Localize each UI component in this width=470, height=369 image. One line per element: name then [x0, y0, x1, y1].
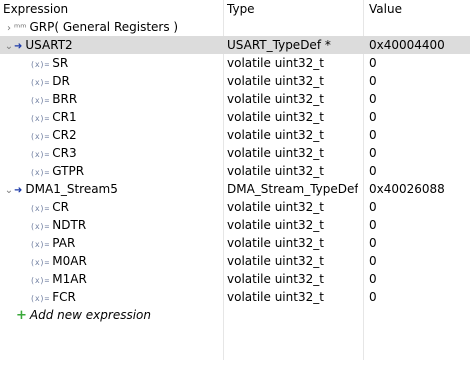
field-icon: (x)= — [30, 78, 50, 87]
pointer-icon: ➜ — [14, 185, 23, 196]
value-cell[interactable]: 0x40004400 — [369, 36, 470, 54]
value-cell[interactable]: 0 — [369, 90, 470, 108]
value-cell[interactable]: 0 — [369, 288, 470, 306]
empty-row — [0, 324, 470, 342]
type-cell: volatile uint32_t — [227, 146, 324, 160]
expression-label: SR — [52, 56, 69, 70]
table-row[interactable]: (x)= CR3 volatile uint32_t 0 — [0, 144, 470, 162]
table-row[interactable]: (x)= BRR volatile uint32_t 0 — [0, 90, 470, 108]
type-cell: volatile uint32_t — [227, 218, 324, 232]
type-cell: volatile uint32_t — [227, 92, 324, 106]
value-cell[interactable]: 0 — [369, 126, 470, 144]
table-row[interactable]: ⌄➜ USART2 USART_TypeDef * 0x40004400 — [0, 36, 470, 54]
table-row[interactable]: › ᵐᵐ GRP( General Registers ) — [0, 18, 470, 36]
expression-label: GTPR — [52, 164, 85, 178]
pointer-icon: ➜ — [14, 41, 23, 52]
value-cell[interactable]: 0 — [369, 234, 470, 252]
table-row[interactable]: (x)= CR2 volatile uint32_t 0 — [0, 126, 470, 144]
type-cell: volatile uint32_t — [227, 290, 324, 304]
type-cell: volatile uint32_t — [227, 74, 324, 88]
table-row[interactable]: (x)= PAR volatile uint32_t 0 — [0, 234, 470, 252]
column-header-expression[interactable]: Expression — [0, 0, 225, 18]
table-row[interactable]: (x)= SR volatile uint32_t 0 — [0, 54, 470, 72]
value-cell[interactable]: 0 — [369, 216, 470, 234]
value-cell[interactable]: 0 — [369, 270, 470, 288]
value-cell[interactable]: 0 — [369, 108, 470, 126]
value-cell[interactable]: 0 — [369, 252, 470, 270]
field-icon: (x)= — [30, 114, 50, 123]
expression-label: CR3 — [52, 146, 77, 160]
column-header-value[interactable]: Value — [369, 0, 470, 18]
table-row[interactable]: (x)= M1AR volatile uint32_t 0 — [0, 270, 470, 288]
field-icon: (x)= — [30, 258, 50, 267]
expression-label: CR — [52, 200, 69, 214]
expression-label: PAR — [52, 236, 76, 250]
expressions-view: Expression Type Value › ᵐᵐ GRP( General Re… — [0, 0, 470, 360]
field-icon: (x)= — [30, 276, 50, 285]
field-icon: (x)= — [30, 96, 50, 105]
table-header: Expression Type Value — [0, 0, 470, 18]
type-cell: volatile uint32_t — [227, 254, 324, 268]
expression-label: FCR — [52, 290, 76, 304]
type-cell: volatile uint32_t — [227, 56, 324, 70]
field-icon: (x)= — [30, 204, 50, 213]
table-row[interactable]: ⌄➜ DMA1_Stream5 DMA_Stream_TypeDef * 0x40… — [0, 180, 470, 198]
type-cell: DMA_Stream_TypeDef * — [227, 182, 358, 196]
value-cell[interactable] — [369, 18, 470, 36]
value-cell[interactable]: 0 — [369, 144, 470, 162]
expression-label: DMA1_Stream5 — [25, 182, 118, 196]
type-cell — [227, 18, 358, 36]
field-icon: (x)= — [30, 240, 50, 249]
expression-label: DR — [52, 74, 70, 88]
field-icon: (x)= — [30, 294, 50, 303]
value-cell[interactable]: 0 — [369, 198, 470, 216]
expression-label: GRP( General Registers ) — [29, 20, 179, 34]
add-icon: + — [16, 308, 27, 323]
field-icon: (x)= — [30, 132, 50, 141]
chevron-down-icon[interactable]: ⌄ — [4, 38, 14, 54]
type-cell: volatile uint32_t — [227, 110, 324, 124]
value-cell[interactable]: 0 — [369, 54, 470, 72]
value-cell[interactable]: 0 — [369, 162, 470, 180]
type-cell: volatile uint32_t — [227, 272, 324, 286]
empty-row — [0, 342, 470, 360]
expression-label: NDTR — [52, 218, 87, 232]
expression-label: CR1 — [52, 110, 77, 124]
expression-label: CR2 — [52, 128, 77, 142]
field-icon: (x)= — [30, 150, 50, 159]
field-icon: (x)= — [30, 222, 50, 231]
register-group-icon: ᵐᵐ — [14, 23, 27, 34]
chevron-down-icon[interactable]: ⌄ — [4, 182, 14, 198]
table-row[interactable]: (x)= FCR volatile uint32_t 0 — [0, 288, 470, 306]
table-row[interactable]: (x)= CR1 volatile uint32_t 0 — [0, 108, 470, 126]
type-cell: volatile uint32_t — [227, 164, 324, 178]
value-cell[interactable]: 0x40026088 — [369, 180, 470, 198]
expression-label: BRR — [52, 92, 78, 106]
type-cell: volatile uint32_t — [227, 200, 324, 214]
type-cell: USART_TypeDef * — [227, 38, 331, 52]
table-row[interactable]: (x)= DR volatile uint32_t 0 — [0, 72, 470, 90]
type-cell: volatile uint32_t — [227, 128, 324, 142]
chevron-right-icon[interactable]: › — [4, 20, 14, 36]
add-expression-label[interactable]: Add new expression — [30, 308, 151, 322]
table-row[interactable]: (x)= NDTR volatile uint32_t 0 — [0, 216, 470, 234]
table-row[interactable]: (x)= M0AR volatile uint32_t 0 — [0, 252, 470, 270]
expression-label: M1AR — [52, 272, 87, 286]
field-icon: (x)= — [30, 60, 50, 69]
expression-label: M0AR — [52, 254, 87, 268]
field-icon: (x)= — [30, 168, 50, 177]
table-row[interactable]: (x)= GTPR volatile uint32_t 0 — [0, 162, 470, 180]
column-header-type[interactable]: Type — [227, 0, 358, 18]
table-row[interactable]: (x)= CR volatile uint32_t 0 — [0, 198, 470, 216]
value-cell[interactable]: 0 — [369, 72, 470, 90]
expression-label: USART2 — [25, 38, 73, 52]
type-cell: volatile uint32_t — [227, 236, 324, 250]
add-expression-row[interactable]: + Add new expression — [0, 306, 470, 324]
